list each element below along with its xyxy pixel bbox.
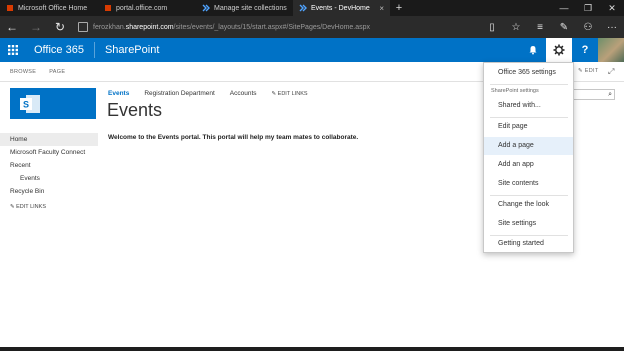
web-note-icon[interactable]: ✎ xyxy=(552,22,576,33)
menu-section-header: SharePoint settings xyxy=(491,88,539,94)
sharepoint-icon xyxy=(299,4,307,12)
menu-item-add-app[interactable]: Add an app xyxy=(484,156,573,174)
quicklaunch-item-recent[interactable]: Recent xyxy=(0,159,98,172)
site-logo[interactable]: S xyxy=(10,88,96,119)
gear-icon[interactable] xyxy=(546,38,572,62)
topnav-item-events[interactable]: Events xyxy=(108,90,129,97)
page-title: Events xyxy=(107,100,163,120)
quicklaunch-item-home[interactable]: Home xyxy=(0,133,98,146)
quicklaunch-item-events[interactable]: Events xyxy=(0,172,98,185)
tab-label: Manage site collections xyxy=(214,4,287,12)
search-icon[interactable]: ⌕ xyxy=(608,91,612,99)
menu-item-change-look[interactable]: Change the look xyxy=(484,196,573,214)
browser-tab-portal[interactable]: portal.office.com xyxy=(98,0,196,16)
tab-browse[interactable]: BROWSE xyxy=(10,69,36,75)
app-launcher-icon[interactable] xyxy=(0,38,26,62)
menu-item-edit-page[interactable]: Edit page xyxy=(484,118,573,136)
edit-links-label: EDIT LINKS xyxy=(16,204,46,210)
edit-label: EDIT xyxy=(584,68,599,74)
favorite-star-icon[interactable]: ☆ xyxy=(504,22,528,33)
menu-divider xyxy=(490,84,568,85)
settings-menu: Office 365 settings SharePoint settings … xyxy=(483,62,574,253)
browser-address-bar: ← → ↻ ferozkhan. sharepoint.com/sites/eve… xyxy=(0,16,624,38)
edit-page-button[interactable]: ✎ EDIT xyxy=(578,68,598,74)
topnav-item-accounts[interactable]: Accounts xyxy=(230,90,257,97)
new-tab-icon[interactable]: + xyxy=(390,0,408,16)
suite-bar: Office 365 SharePoint ? xyxy=(0,38,624,62)
menu-item-getting-started[interactable]: Getting started xyxy=(484,235,573,253)
menu-item-site-settings[interactable]: Site settings xyxy=(484,215,573,233)
office-icon xyxy=(6,4,14,12)
browser-tab-office-home[interactable]: Microsoft Office Home xyxy=(0,0,98,16)
more-icon[interactable]: ··· xyxy=(600,22,624,33)
browser-tab-events[interactable]: Events - DevHome × xyxy=(293,0,390,16)
back-icon[interactable]: ← xyxy=(0,16,24,38)
url-path: /sites/events/_layouts/15/start.aspx#/Si… xyxy=(173,23,371,31)
quick-launch: Home Microsoft Faculty Connect Recent Ev… xyxy=(0,133,98,210)
bell-icon[interactable] xyxy=(520,38,546,62)
menu-item-site-contents[interactable]: Site contents xyxy=(484,175,573,193)
menu-item-office365-settings[interactable]: Office 365 settings xyxy=(484,64,573,82)
help-icon[interactable]: ? xyxy=(572,38,598,62)
top-navigation: Events Registration Department Accounts … xyxy=(108,90,338,97)
share-icon[interactable]: ⚇ xyxy=(576,22,600,33)
window-close-icon[interactable]: ✕ xyxy=(600,3,624,14)
quicklaunch-item-recycle-bin[interactable]: Recycle Bin xyxy=(0,185,98,198)
tab-label: Microsoft Office Home xyxy=(18,4,88,12)
tab-page[interactable]: PAGE xyxy=(49,69,65,75)
svg-text:S: S xyxy=(23,99,29,109)
avatar[interactable] xyxy=(598,38,624,62)
search-box[interactable]: ⌕ xyxy=(572,89,615,100)
menu-item-add-page[interactable]: Add a page xyxy=(484,137,573,155)
url-field[interactable]: ferozkhan. sharepoint.com/sites/events/_l… xyxy=(78,18,480,36)
hub-icon[interactable]: ≡ xyxy=(528,22,552,33)
sharepoint-brand[interactable]: SharePoint xyxy=(95,44,159,56)
reading-view-icon[interactable]: ▯ xyxy=(480,22,504,33)
close-tab-icon[interactable]: × xyxy=(379,4,384,13)
quicklaunch-edit-links[interactable]: ✎ EDIT LINKS xyxy=(0,204,98,210)
topnav-item-registration[interactable]: Registration Department xyxy=(144,90,214,97)
browser-tab-manage-sites[interactable]: Manage site collections xyxy=(196,0,293,16)
lock-icon xyxy=(78,22,88,32)
os-taskbar xyxy=(0,347,624,351)
topnav-edit-links[interactable]: ✎ EDIT LINKS xyxy=(272,91,323,97)
office-icon xyxy=(104,4,112,12)
tab-label: Events - DevHome xyxy=(311,4,370,12)
forward-icon[interactable]: → xyxy=(24,16,48,38)
minimize-icon[interactable]: — xyxy=(552,3,576,13)
url-user: ferozkhan. xyxy=(93,23,126,31)
welcome-text: Welcome to the Events portal. This porta… xyxy=(108,134,359,141)
maximize-icon[interactable]: ❐ xyxy=(576,3,600,14)
sharepoint-icon xyxy=(202,4,210,12)
browser-tab-strip: Microsoft Office Home portal.office.com … xyxy=(0,0,624,16)
focus-on-content-icon[interactable]: ⤢ xyxy=(608,67,615,77)
refresh-icon[interactable]: ↻ xyxy=(48,16,72,38)
tab-label: portal.office.com xyxy=(116,4,168,12)
edit-links-label: EDIT LINKS xyxy=(277,90,308,97)
menu-item-shared-with[interactable]: Shared with... xyxy=(484,97,573,115)
office365-brand[interactable]: Office 365 xyxy=(26,42,95,58)
sharepoint-logo-icon: S xyxy=(20,94,40,113)
url-host: sharepoint.com xyxy=(125,23,174,31)
quicklaunch-item-faculty-connect[interactable]: Microsoft Faculty Connect xyxy=(0,146,98,159)
